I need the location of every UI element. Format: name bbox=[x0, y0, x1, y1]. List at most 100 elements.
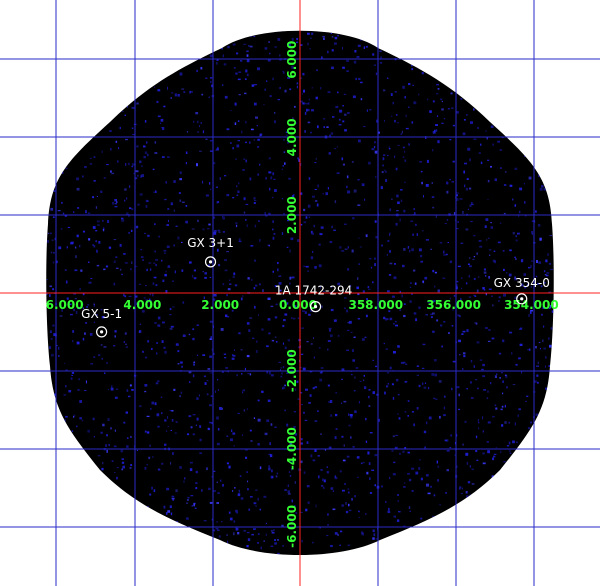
noise-speck bbox=[177, 363, 180, 365]
noise-speck bbox=[342, 66, 345, 69]
noise-speck bbox=[110, 148, 112, 151]
noise-speck bbox=[123, 293, 125, 297]
noise-speck bbox=[352, 446, 355, 448]
noise-speck bbox=[209, 54, 213, 58]
noise-speck bbox=[129, 467, 132, 469]
noise-speck bbox=[457, 265, 461, 268]
noise-speck bbox=[147, 153, 149, 157]
noise-speck bbox=[97, 454, 101, 457]
noise-speck bbox=[146, 200, 149, 202]
noise-speck bbox=[175, 421, 178, 423]
noise-speck bbox=[527, 349, 529, 351]
noise-speck bbox=[258, 220, 260, 222]
noise-speck bbox=[354, 50, 357, 53]
noise-speck bbox=[360, 462, 363, 465]
noise-speck bbox=[274, 189, 277, 192]
noise-speck bbox=[464, 184, 466, 188]
noise-speck bbox=[470, 203, 474, 206]
noise-speck bbox=[307, 270, 309, 272]
noise-speck bbox=[469, 265, 472, 268]
noise-speck bbox=[156, 413, 160, 417]
latitude-tick-label: -6.000 bbox=[285, 505, 299, 548]
noise-speck bbox=[331, 225, 333, 229]
noise-speck bbox=[117, 160, 119, 163]
noise-speck bbox=[358, 401, 360, 404]
noise-speck bbox=[514, 167, 518, 170]
noise-speck bbox=[325, 192, 328, 196]
noise-speck bbox=[326, 471, 329, 474]
noise-speck bbox=[423, 430, 427, 434]
noise-speck bbox=[465, 452, 469, 456]
noise-speck bbox=[404, 159, 407, 162]
noise-speck bbox=[199, 452, 203, 454]
noise-speck bbox=[448, 332, 450, 334]
noise-speck bbox=[113, 239, 117, 241]
noise-speck bbox=[485, 327, 488, 329]
noise-speck bbox=[197, 219, 199, 222]
noise-speck bbox=[114, 335, 116, 338]
noise-speck bbox=[362, 461, 365, 464]
noise-speck bbox=[163, 346, 166, 349]
noise-speck bbox=[154, 250, 156, 253]
noise-speck bbox=[144, 356, 148, 359]
noise-speck bbox=[384, 318, 388, 321]
noise-speck bbox=[179, 72, 183, 76]
noise-speck bbox=[389, 366, 392, 370]
noise-speck bbox=[165, 270, 167, 273]
noise-speck bbox=[477, 387, 479, 390]
noise-speck bbox=[365, 417, 367, 421]
noise-speck bbox=[209, 150, 213, 152]
noise-speck bbox=[333, 319, 337, 322]
noise-speck bbox=[246, 54, 249, 57]
noise-speck bbox=[361, 338, 365, 341]
noise-speck bbox=[420, 170, 423, 173]
noise-speck bbox=[260, 546, 262, 550]
noise-speck bbox=[88, 261, 90, 263]
noise-speck bbox=[227, 288, 231, 291]
noise-speck bbox=[345, 510, 349, 514]
noise-speck bbox=[459, 315, 461, 318]
noise-speck bbox=[179, 178, 182, 181]
noise-speck bbox=[177, 236, 180, 240]
noise-speck bbox=[483, 289, 486, 291]
noise-speck bbox=[322, 193, 324, 195]
noise-speck bbox=[267, 318, 271, 321]
noise-speck bbox=[393, 515, 396, 518]
noise-speck bbox=[361, 532, 364, 536]
noise-speck bbox=[320, 87, 322, 90]
noise-speck bbox=[543, 347, 546, 350]
noise-speck bbox=[181, 201, 185, 203]
noise-speck bbox=[214, 149, 217, 151]
noise-speck bbox=[232, 432, 236, 435]
noise-speck bbox=[246, 408, 248, 410]
noise-speck bbox=[332, 508, 336, 511]
noise-speck bbox=[539, 348, 541, 350]
noise-speck bbox=[369, 432, 373, 434]
noise-speck bbox=[79, 288, 81, 291]
noise-speck bbox=[61, 201, 63, 204]
noise-speck bbox=[375, 365, 377, 368]
noise-speck bbox=[165, 181, 167, 184]
noise-speck bbox=[498, 352, 502, 355]
noise-speck bbox=[255, 116, 258, 119]
noise-speck bbox=[482, 375, 486, 378]
noise-speck bbox=[127, 395, 131, 398]
noise-speck bbox=[470, 220, 473, 223]
noise-speck bbox=[256, 340, 258, 343]
noise-speck bbox=[106, 449, 108, 453]
noise-speck bbox=[116, 201, 118, 203]
noise-speck bbox=[271, 476, 274, 478]
noise-speck bbox=[256, 125, 258, 127]
noise-speck bbox=[411, 121, 414, 124]
noise-speck bbox=[216, 201, 218, 204]
noise-speck bbox=[52, 324, 55, 327]
noise-speck bbox=[478, 240, 482, 242]
noise-speck bbox=[204, 272, 207, 275]
noise-speck bbox=[449, 260, 452, 264]
noise-speck bbox=[348, 424, 351, 427]
noise-speck bbox=[68, 390, 72, 393]
noise-speck bbox=[189, 381, 191, 384]
sky-map[interactable]: 6.000 4.000 2.000 0.000 358.000 356.000 354.00… bbox=[0, 0, 600, 586]
noise-speck bbox=[205, 138, 208, 140]
noise-speck bbox=[467, 263, 470, 265]
